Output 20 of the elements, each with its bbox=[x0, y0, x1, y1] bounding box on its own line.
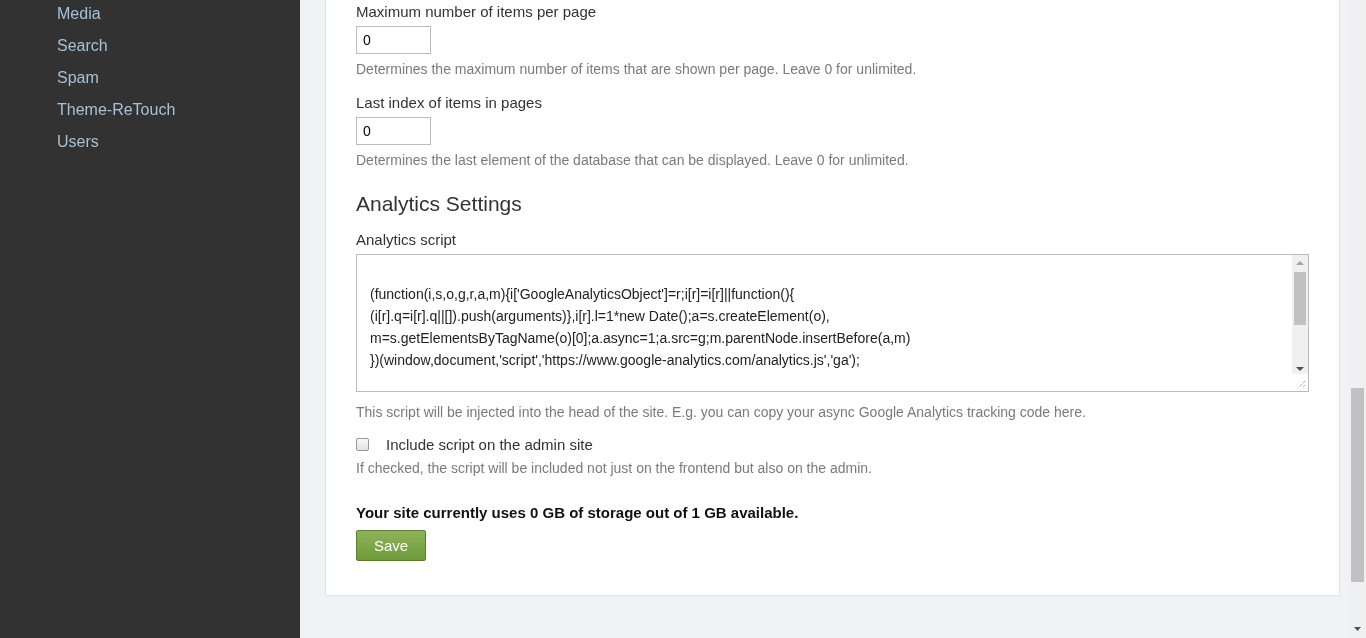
sidebar-link[interactable]: Theme-ReTouch bbox=[57, 98, 176, 121]
field-label: Analytics script bbox=[356, 230, 457, 250]
sidebar-link[interactable]: Spam bbox=[57, 66, 99, 89]
number-input[interactable]: 0 bbox=[356, 26, 431, 54]
section-heading: Analytics Settings bbox=[356, 191, 522, 217]
help-text: Determines the last element of the database that can be displayed. Leave 0 for unlimited. bbox=[356, 151, 909, 170]
help-text: If checked, the script will be included not just on the frontend but also on the admin. bbox=[356, 459, 872, 478]
sidebar-link[interactable]: Media bbox=[57, 2, 101, 25]
number-input[interactable]: 0 bbox=[356, 117, 431, 145]
help-text: This script will be injected into the head of the site. E.g. you can copy your async Google Analytics tracking code here. bbox=[356, 403, 1086, 422]
help-text: Determines the maximum number of items that are shown per page. Leave 0 for unlimited. bbox=[356, 60, 917, 79]
script-textarea[interactable]: (function(i,s,o,g,r,a,m){i['GoogleAnalyticsObject']=r;i[r]=i[r]||function(){ (i[r].q=i[r].q||[]).push(arguments)},i[r].l=1*new Date();a=s.createElement(o), m=s.getElementsByTagName(o)[0];a.async=1;a.src=g;m.parentNode.insertBefore(a,m) })(window,document,'script','https://www.google-analytics.com/analytics.js','ga'); bbox=[356, 254, 1309, 392]
sidebar-link[interactable]: Search bbox=[57, 34, 108, 57]
field-label: Maximum number of items per page bbox=[356, 2, 597, 22]
checkbox-label: Include script on the admin site bbox=[386, 436, 593, 453]
checkbox[interactable] bbox=[356, 438, 369, 451]
storage-note: Your site currently uses 0 GB of storage out of 1 GB available. bbox=[356, 504, 799, 521]
sidebar-link[interactable]: Users bbox=[57, 130, 99, 153]
field-label: Last index of items in pages bbox=[356, 93, 542, 113]
scrollbar-drawing[interactable] bbox=[1292, 255, 1308, 374]
